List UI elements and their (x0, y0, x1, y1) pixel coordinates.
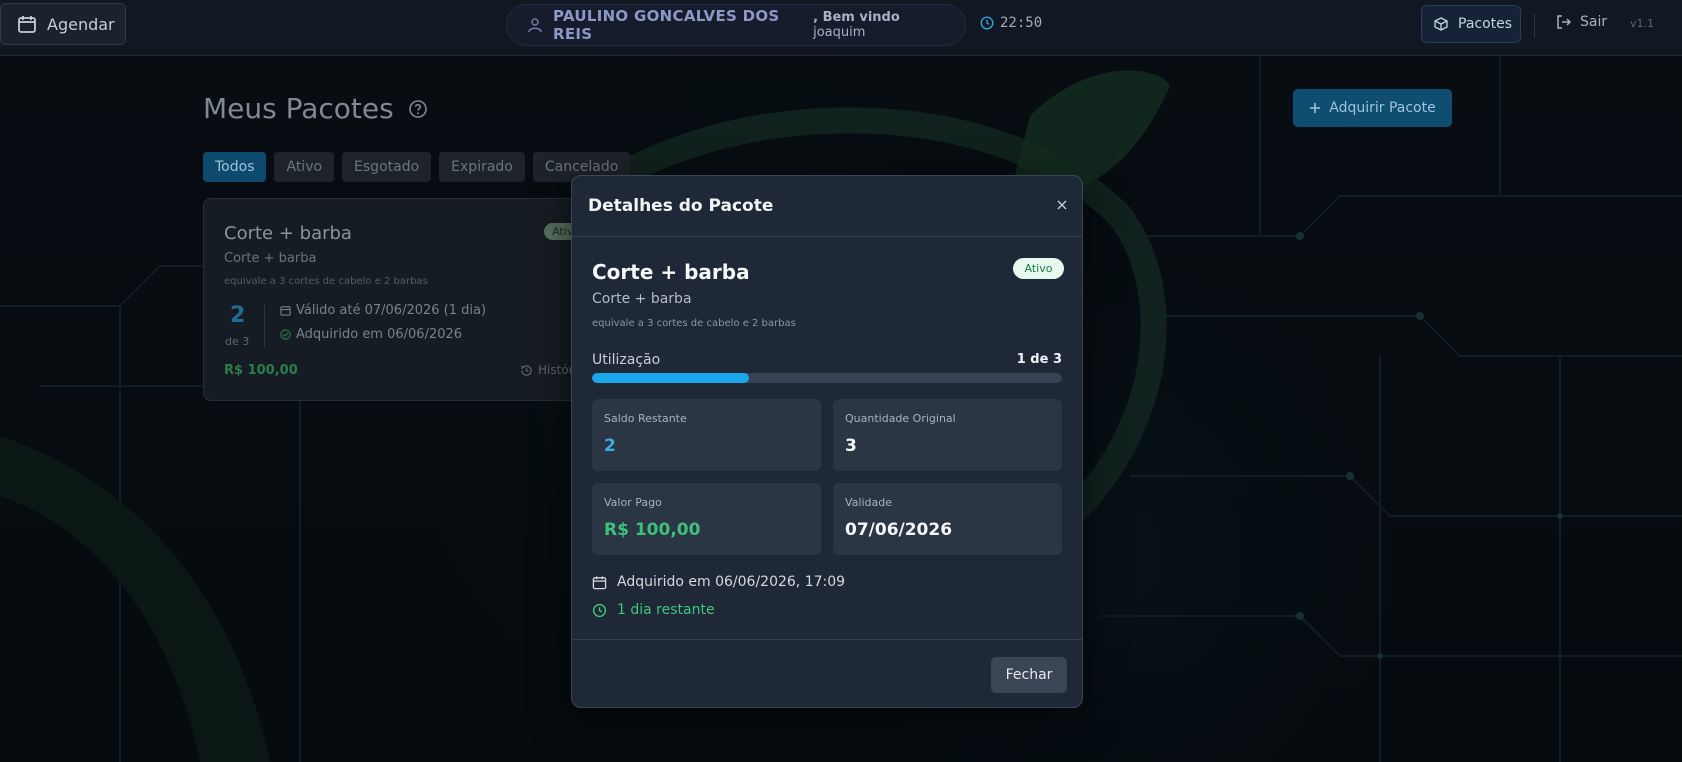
modal-package-description: equivale a 3 cortes de cabelo e 2 barbas (592, 318, 796, 329)
calendar-icon (280, 305, 291, 316)
validade-box: Validade 07/06/2026 (833, 483, 1062, 555)
acquired-date-text: Adquirido em 06/06/2026, 17:09 (617, 574, 846, 590)
logout-icon (1556, 14, 1572, 30)
help-icon[interactable] (408, 99, 428, 119)
card-acquired: Adquirido em 06/06/2026 (280, 327, 462, 342)
valor-pago-box: Valor Pago R$ 100,00 (592, 483, 821, 555)
card-valid-until-text: Válido até 07/06/2026 (1 dia) (296, 303, 487, 318)
plus-icon (1309, 102, 1321, 114)
remaining-days-text: 1 dia restante (617, 602, 715, 618)
filter-todos[interactable]: Todos (203, 152, 267, 182)
saldo-restante-value: 2 (604, 436, 616, 456)
pacotes-label: Pacotes (1458, 16, 1513, 32)
welcome-banner: PAULINO GONCALVES DOS REIS , Bem vindo j… (506, 4, 966, 46)
modal-header: Detalhes do Pacote × (572, 176, 1082, 237)
top-navbar: Agendar PAULINO GONCALVES DOS REIS , Bem… (0, 0, 1682, 56)
saldo-restante-box: Saldo Restante 2 (592, 399, 821, 471)
package-details-modal: Detalhes do Pacote × Corte + barba Ativo… (571, 175, 1083, 708)
check-circle-icon (280, 329, 291, 340)
calendar-icon (17, 14, 37, 34)
welcome-prefix: , Bem vindo (813, 10, 900, 25)
clock-time: 22:50 (1000, 15, 1043, 31)
agendar-label: Agendar (47, 14, 115, 34)
logout-button[interactable]: Sair (1556, 14, 1607, 30)
usage-value: 1 de 3 (1016, 352, 1062, 367)
user-full-name: PAULINO GONCALVES DOS REIS (553, 7, 780, 43)
acquired-date-line: Adquirido em 06/06/2026, 17:09 (592, 574, 845, 590)
app-version: v1.1 (1630, 17, 1655, 30)
card-subtitle: Corte + barba (224, 251, 317, 266)
adquirir-pacote-button[interactable]: Adquirir Pacote (1293, 89, 1452, 127)
navbar-divider (1534, 14, 1535, 38)
card-valid-until: Válido até 07/06/2026 (1 dia) (280, 303, 486, 318)
history-icon (520, 364, 533, 377)
quantidade-original-value: 3 (845, 436, 857, 456)
page-title-text: Meus Pacotes (203, 92, 394, 125)
calendar-icon (592, 575, 607, 590)
modal-package-subtitle: Corte + barba (592, 291, 692, 307)
agendar-button[interactable]: Agendar (0, 3, 126, 45)
card-price: R$ 100,00 (224, 363, 298, 378)
logout-label: Sair (1580, 14, 1608, 30)
card-acquired-text: Adquirido em 06/06/2026 (296, 327, 463, 342)
card-description: equivale a 3 cortes de cabelo e 2 barbas (224, 276, 428, 287)
status-filter-tabs: Todos Ativo Esgotado Expirado Cancelado (203, 152, 631, 182)
box-icon (1434, 17, 1448, 31)
usage-progress-bar (592, 373, 1062, 383)
user-icon (527, 17, 543, 33)
valor-pago-value: R$ 100,00 (604, 520, 701, 540)
modal-package-name: Corte + barba (592, 260, 750, 284)
clock-icon (592, 603, 607, 618)
card-title: Corte + barba (224, 223, 352, 244)
welcome-user: joaquim (813, 25, 866, 40)
validade-label: Validade (845, 496, 892, 509)
modal-title: Detalhes do Pacote (588, 196, 774, 216)
filter-esgotado[interactable]: Esgotado (342, 152, 432, 182)
modal-footer: Fechar (572, 639, 1082, 707)
card-divider (264, 305, 265, 347)
pacotes-button[interactable]: Pacotes (1421, 5, 1521, 43)
welcome-text: , Bem vindo joaquim (813, 10, 945, 40)
page-title: Meus Pacotes (203, 92, 428, 125)
modal-status-badge: Ativo (1013, 258, 1064, 279)
adquirir-label: Adquirir Pacote (1329, 100, 1436, 116)
clock-icon (980, 16, 994, 30)
package-card[interactable]: Corte + barba Corte + barba equivale a 3… (203, 198, 603, 401)
filter-expirado[interactable]: Expirado (439, 152, 525, 182)
fechar-button[interactable]: Fechar (991, 657, 1067, 693)
validade-value: 07/06/2026 (845, 520, 953, 540)
usage-label: Utilização (592, 352, 661, 368)
filter-ativo[interactable]: Ativo (274, 152, 335, 182)
usage-progress-fill (592, 373, 749, 383)
card-remaining-count: 2 (230, 303, 246, 328)
close-icon[interactable]: × (1052, 194, 1072, 214)
quantidade-original-label: Quantidade Original (845, 412, 956, 425)
card-total-count: de 3 (225, 335, 250, 348)
saldo-restante-label: Saldo Restante (604, 412, 687, 425)
valor-pago-label: Valor Pago (604, 496, 662, 509)
quantidade-original-box: Quantidade Original 3 (833, 399, 1062, 471)
clock: 22:50 (980, 15, 1042, 31)
remaining-days-line: 1 dia restante (592, 602, 715, 618)
